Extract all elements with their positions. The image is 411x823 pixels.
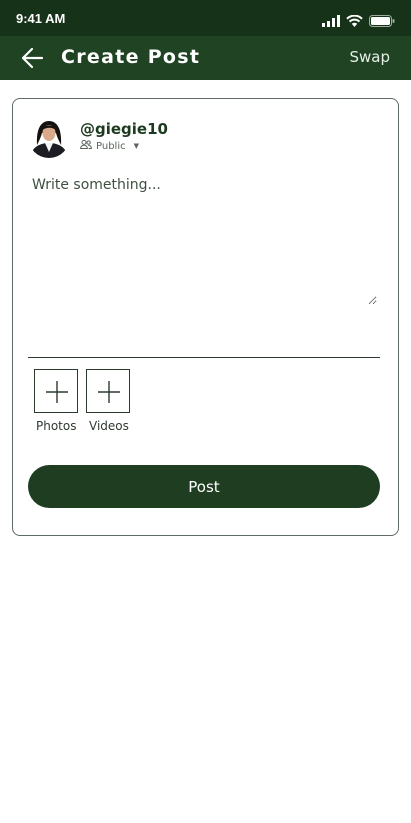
status-bar: 9:41 AM [0,0,411,36]
photos-label: Photos [36,419,77,433]
videos-label: Videos [89,419,129,433]
privacy-selector[interactable]: Public ▼ [80,139,139,152]
signal-icon [322,12,340,31]
page-title: Create Post [61,46,201,68]
post-text-input[interactable] [32,177,377,305]
privacy-label: Public [96,140,126,152]
add-photos-button[interactable] [34,369,78,413]
chevron-down-icon: ▼ [133,142,139,150]
status-icons [322,12,395,31]
add-videos-button[interactable] [86,369,130,413]
post-button[interactable]: Post [28,465,380,508]
back-button[interactable] [20,46,46,70]
swap-button[interactable]: Swap [349,48,390,66]
divider [28,357,380,358]
avatar[interactable] [28,115,70,158]
wifi-icon [346,12,363,31]
status-time: 9:41 AM [16,11,66,26]
people-icon [80,139,92,152]
username: @giegie10 [80,120,168,138]
create-post-card: @giegie10 Public ▼ Photos Videos [12,98,399,536]
battery-icon [369,12,395,31]
app-bar: Create Post Swap [0,36,411,80]
arrow-left-icon [20,47,46,74]
